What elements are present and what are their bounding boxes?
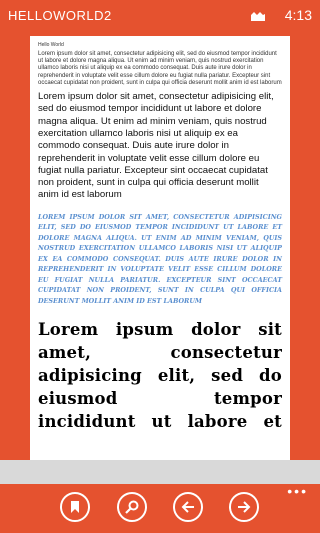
back-button[interactable] bbox=[173, 492, 203, 522]
blue-italic-paragraph: LOREM IPSUM DOLOR SIT AMET, CONSECTETUR … bbox=[38, 212, 282, 305]
status-bar: HELLOWORLD2 4:13 bbox=[0, 0, 320, 32]
small-paragraph: Lorem ipsum dolor sit amet, consectetur … bbox=[38, 51, 282, 86]
normal-paragraph: Lorem ipsum dolor sit amet, consectetur … bbox=[38, 91, 274, 201]
document-content: Hello World Lorem ipsum dolor sit amet, … bbox=[30, 36, 290, 460]
app-bar-divider bbox=[0, 460, 320, 484]
document-viewer[interactable]: Hello World Lorem ipsum dolor sit amet, … bbox=[0, 32, 320, 460]
bold-paragraph: Lorem ipsum dolor sit amet, consectetur … bbox=[38, 320, 282, 432]
app-title: HELLOWORLD2 bbox=[8, 8, 112, 23]
clock: 4:13 bbox=[284, 7, 312, 23]
bookmark-button[interactable] bbox=[60, 492, 90, 522]
battery-icon bbox=[250, 9, 266, 21]
app-bar: ••• bbox=[0, 484, 320, 533]
search-button[interactable] bbox=[117, 492, 147, 522]
document-page[interactable]: Hello World Lorem ipsum dolor sit amet, … bbox=[30, 36, 290, 460]
more-menu-icon[interactable]: ••• bbox=[287, 484, 308, 498]
document-title: Hello World bbox=[38, 42, 64, 48]
forward-button[interactable] bbox=[229, 492, 259, 522]
